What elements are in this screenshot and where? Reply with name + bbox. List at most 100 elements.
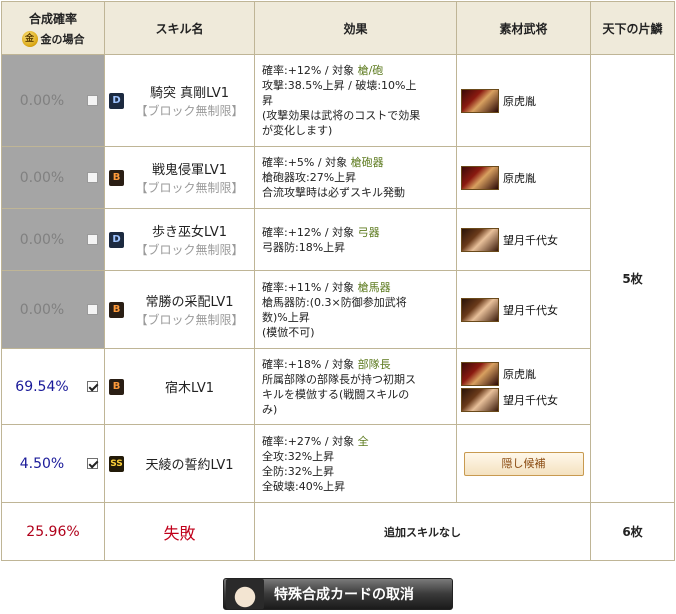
effect-target: 部隊長: [357, 357, 391, 371]
header-effect: 効果: [254, 1, 457, 55]
rate-cell: 0.00%: [1, 146, 105, 209]
rate-cell: 0.00%: [1, 208, 105, 271]
material-cell: 望月千代女: [456, 270, 591, 349]
failure-label: 失敗: [104, 502, 255, 561]
effect-cell: 確率:+5% / 対象 槍砲器 槍砲器攻:27%上昇 合流攻撃時は必ずスキル発動: [254, 146, 457, 209]
general-portrait-icon: [461, 88, 499, 113]
effect-prefix: 確率:+12% / 対象: [262, 225, 358, 239]
material-name: 原虎胤: [503, 171, 536, 185]
skill-name: 騎突 真剛LV1: [149, 86, 230, 101]
skill-row: 69.54% B 宿木LV1 確率:+18% / 対象 部隊長 所属部隊の部隊長が…: [1, 348, 675, 425]
effect-line: キルを模倣する(戦闘スキルの: [262, 387, 410, 401]
effect-line: 槍砲器攻:27%上昇: [262, 171, 357, 184]
portrait-icon: [226, 579, 264, 609]
effect-cell: 確率:+12% / 対象 槍/砲 攻撃:38.5%上昇 / 破壊:10%上昇 (攻撃…: [254, 54, 457, 147]
skill-name: 戦鬼侵軍LV1: [152, 163, 227, 178]
effect-cell: 確率:+18% / 対象 部隊長 所属部隊の部隊長が持つ初期ス キルを模倣する(戦闘…: [254, 348, 457, 425]
cancel-button-label: 特殊合成カードの取消: [274, 587, 414, 603]
failure-note: 追加スキルなし: [254, 502, 591, 561]
effect-target: 槍馬器: [357, 280, 391, 294]
skill-cell: B 戦鬼侵軍LV1 【ブロック無制限】: [104, 146, 255, 209]
general-portrait-icon: [461, 387, 499, 412]
rate-cell: 69.54%: [1, 348, 105, 425]
effect-cell: 確率:+27% / 対象 全全攻:32%上昇 全防:32%上昇 全破壊:40%上昇: [254, 424, 457, 503]
failure-rate: 25.96%: [1, 502, 105, 561]
skill-cell: SS 天綾の誓約LV1: [104, 424, 255, 503]
effect-prefix: 確率:+11% / 対象: [262, 280, 358, 294]
skill-row: 4.50% SS 天綾の誓約LV1 確率:+27% / 対象 全全攻:32%上昇…: [1, 424, 675, 503]
material-cell: 隠し候補: [456, 424, 591, 503]
effect-prefix: 確率:+27% / 対象: [262, 434, 358, 448]
effect-line: 合流攻撃時は必ずスキル発動: [262, 186, 405, 199]
header-shards: 天下の片鱗: [590, 1, 675, 55]
rate-value: 69.54%: [15, 378, 69, 395]
header-skill-name: スキル名: [104, 1, 255, 55]
general-portrait-icon: [461, 297, 499, 322]
skill-cell: D 歩き巫女LV1 【ブロック無制限】: [104, 208, 255, 271]
effect-line: 弓器防:18%上昇: [262, 240, 346, 254]
material-name: 望月千代女: [503, 233, 558, 247]
skill-name: 歩き巫女LV1: [152, 225, 227, 240]
skill-checkbox[interactable]: [87, 94, 98, 106]
skill-rank-badge: B: [109, 378, 124, 395]
effect-line: (模倣不可): [262, 325, 315, 339]
rate-cell: 0.00%: [1, 270, 105, 349]
skill-rows: 0.00% D 騎突 真剛LV1 【ブロック無制限】 確率:+12% / 対象 …: [1, 54, 675, 503]
skill-sub: 【ブロック無制限】: [135, 243, 244, 257]
material-name: 望月千代女: [503, 393, 558, 407]
skill-row: 0.00% B 常勝の采配LV1 【ブロック無制限】 確率:+11% / 対象 …: [1, 270, 675, 349]
material-name: 望月千代女: [503, 303, 558, 317]
material-general[interactable]: 原虎胤: [461, 165, 586, 190]
effect-target: 弓器: [357, 225, 380, 239]
rate-cell: 0.00%: [1, 54, 105, 147]
gold-coin-icon: 金: [21, 30, 38, 47]
general-portrait-icon: [461, 227, 499, 252]
rate-cell: 4.50%: [1, 424, 105, 503]
material-general[interactable]: 原虎胤: [461, 361, 586, 386]
shards-count: 5枚: [590, 54, 675, 503]
cancel-special-card-button[interactable]: 特殊合成カードの取消: [223, 578, 453, 610]
skill-row: 0.00% D 騎突 真剛LV1 【ブロック無制限】 確率:+12% / 対象 …: [1, 54, 675, 503]
effect-line: (攻撃効果は武将のコストで効果: [262, 109, 421, 122]
skill-row: 0.00% B 戦鬼侵軍LV1 【ブロック無制限】 確率:+5% / 対象 槍砲…: [1, 146, 675, 209]
material-cell: 原虎胤: [456, 54, 591, 147]
skill-rank-badge: B: [109, 169, 124, 186]
effect-cell: 確率:+12% / 対象 弓器 弓器防:18%上昇: [254, 208, 457, 271]
material-general[interactable]: 望月千代女: [461, 297, 586, 322]
skill-checkbox[interactable]: [87, 457, 98, 469]
rate-value: 4.50%: [19, 455, 65, 472]
skill-sub: 【ブロック無制限】: [135, 104, 244, 118]
skill-cell: B 常勝の采配LV1 【ブロック無制限】: [104, 270, 255, 349]
effect-target: 全: [357, 434, 369, 448]
header-rate-title: 合成確率: [28, 11, 77, 26]
effect-line: み): [262, 402, 278, 416]
effect-prefix: 確率:+18% / 対象: [262, 357, 358, 371]
material-name: 原虎胤: [503, 367, 536, 381]
effect-line: 全防:32%上昇: [262, 464, 335, 478]
failure-shards: 6枚: [590, 502, 675, 561]
effect-line: 所属部隊の部隊長が持つ初期ス: [262, 372, 416, 386]
material-general[interactable]: 原虎胤: [461, 88, 586, 113]
effect-prefix: 確率:+5% / 対象: [262, 156, 351, 169]
skill-checkbox[interactable]: [87, 380, 98, 392]
hidden-candidate-button[interactable]: 隠し候補: [463, 451, 584, 476]
skill-checkbox[interactable]: [87, 171, 98, 183]
skill-name: 宿木LV1: [165, 381, 214, 396]
material-general[interactable]: 望月千代女: [461, 387, 586, 412]
effect-line: 攻撃:38.5%上昇 / 破壊:10%上: [262, 79, 417, 92]
rate-value: 0.00%: [19, 301, 65, 318]
failure-row: 25.96% 失敗 追加スキルなし 6枚: [1, 502, 675, 561]
skill-checkbox[interactable]: [87, 303, 98, 315]
general-portrait-icon: [461, 165, 499, 190]
skill-checkbox[interactable]: [87, 233, 98, 245]
effect-line: が変化します): [262, 124, 333, 137]
skill-cell: D 騎突 真剛LV1 【ブロック無制限】: [104, 54, 255, 147]
effect-cell: 確率:+11% / 対象 槍馬器 槍馬器防:(0.3×防御参加武将 数)%上昇 (模倣…: [254, 270, 457, 349]
material-name: 原虎胤: [503, 94, 536, 108]
skill-rank-badge: B: [109, 301, 124, 318]
material-general[interactable]: 望月千代女: [461, 227, 586, 252]
rate-value: 0.00%: [19, 231, 65, 248]
header-rate-sub: 金の場合: [40, 32, 85, 46]
general-portrait-icon: [461, 361, 499, 386]
effect-line: 全破壊:40%上昇: [262, 479, 346, 493]
